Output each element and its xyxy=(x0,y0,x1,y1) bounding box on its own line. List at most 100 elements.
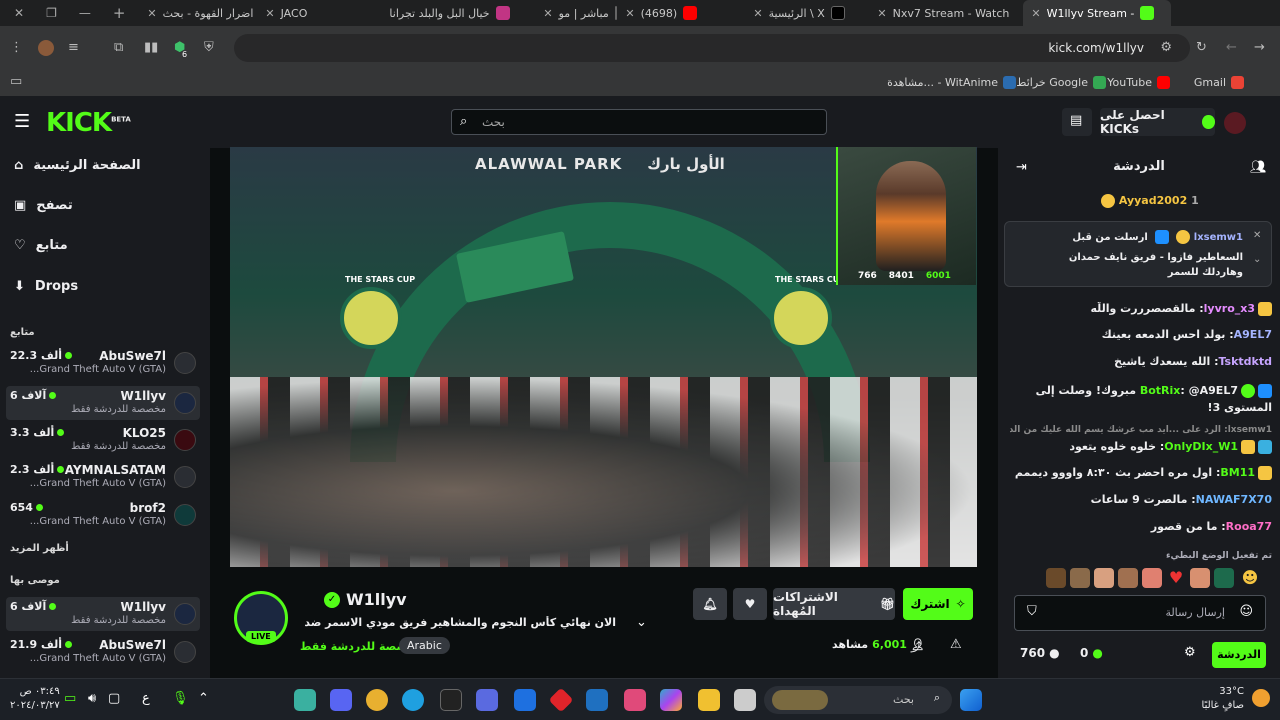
tab-x[interactable]: ✕ الرئيسية \ X xyxy=(745,0,869,26)
app-icon[interactable] xyxy=(734,689,756,711)
search-input[interactable]: ⌕ بحث xyxy=(451,109,827,135)
volume-icon[interactable]: 🔊︎ xyxy=(88,691,96,706)
restore-window-icon[interactable]: ❐ xyxy=(46,6,57,20)
close-tab-icon[interactable]: ✕ xyxy=(625,7,634,20)
battery-icon[interactable]: ▭ xyxy=(64,691,76,706)
emote-icon[interactable] xyxy=(1070,568,1090,588)
unpin-icon[interactable]: ✕ xyxy=(1253,230,1261,241)
sidebar-channel-aymnalsatam[interactable]: 2.3 ألف AYMNALSATAM ...Grand Theft Auto … xyxy=(6,460,200,494)
users-icon[interactable]: 👥︎ xyxy=(1250,160,1267,175)
network-icon[interactable]: ▢ xyxy=(108,691,120,706)
kicks-balance[interactable]: 0 ● xyxy=(1080,646,1103,660)
emote-icon[interactable] xyxy=(1214,568,1234,588)
gift-card-button[interactable]: ▤ xyxy=(1062,108,1092,136)
notification-button[interactable]: 🔔︎ xyxy=(693,588,727,620)
chevron-up-icon[interactable]: ⌃ xyxy=(198,691,209,706)
tab-tiktok[interactable]: ✕ مباشر | مو xyxy=(535,0,617,26)
emote-icon[interactable] xyxy=(1118,568,1138,588)
top-gifter[interactable]: Ayyad2002 1 xyxy=(1098,194,1218,208)
tab-jaco[interactable]: ✕ JACO xyxy=(257,0,375,26)
sidebar-channel-brof2[interactable]: 654 brof2 ...Grand Theft Auto V (GTA) xyxy=(6,498,200,532)
sunglasses-emote-icon[interactable]: ☻ xyxy=(1238,568,1262,588)
emote-icon[interactable] xyxy=(1094,568,1114,588)
reload-icon[interactable]: ↻ xyxy=(1196,40,1207,55)
sidebar-channel-abuswe7l[interactable]: 22.3 ألف AbuSwe7l ...Grand Theft Auto V … xyxy=(6,346,200,380)
bookmark-witanime[interactable]: مشاهدة... - WitAnime xyxy=(887,76,1016,89)
close-tab-icon[interactable]: ✕ xyxy=(753,7,762,20)
emote-icon[interactable] xyxy=(1046,568,1066,588)
new-tab-icon[interactable]: + xyxy=(113,4,126,22)
share-icon[interactable]: ⤴ xyxy=(910,638,922,655)
bookmark-youtube[interactable]: YouTube xyxy=(1107,76,1170,89)
close-tab-icon[interactable]: ✕ xyxy=(543,7,552,20)
chevron-down-icon[interactable]: ⌄ xyxy=(636,615,647,630)
menu-dots-icon[interactable]: ⋮ xyxy=(10,40,23,55)
windows-start-icon[interactable] xyxy=(960,689,982,711)
chevron-down-icon[interactable]: ⌄ xyxy=(1253,254,1261,265)
close-tab-icon[interactable]: ✕ xyxy=(1031,7,1040,20)
weather-widget[interactable]: 33°C صافٍ غالبًا xyxy=(1202,685,1244,713)
clock[interactable]: ٠٣:٤٩ ص ٢٠٢٤/٠٣/٢٧ xyxy=(10,685,60,713)
all-bookmarks-icon[interactable]: ▭ xyxy=(10,74,22,89)
report-icon[interactable]: ⚠ xyxy=(950,637,962,652)
site-settings-icon[interactable]: ⚙ xyxy=(1160,40,1172,55)
mic-icon[interactable]: 🎙︎ xyxy=(172,691,189,706)
tab-instagram[interactable]: خيال البل والبلد تجرانا xyxy=(375,0,535,26)
taskbar-search[interactable]: بحث ⌕ xyxy=(764,686,952,714)
app-icon[interactable] xyxy=(548,687,574,713)
nav-following[interactable]: ♡ متابع xyxy=(14,238,68,253)
discord-icon[interactable] xyxy=(330,689,352,711)
extension-icon[interactable]: ▮▮ xyxy=(144,40,158,55)
shield-icon[interactable]: ⛨ xyxy=(204,40,214,55)
tab-youtube[interactable]: ✕ (4698) xyxy=(617,0,745,26)
follow-button[interactable]: ♥ xyxy=(733,588,767,620)
reading-list-icon[interactable]: ≡ xyxy=(68,40,79,55)
tab-coffee[interactable]: ✕ اضرار القهوة - بحث xyxy=(139,0,257,26)
edge-icon[interactable] xyxy=(402,689,424,711)
hamburger-menu-icon[interactable]: ☰ xyxy=(14,111,30,132)
nav-home[interactable]: ⌂ الصفحة الرئيسية xyxy=(14,158,141,173)
sidebar-recommended-w1llyv[interactable]: 6 آلاف W1llyv مخصصة للدردشة فقط xyxy=(6,597,200,631)
nav-drops[interactable]: ⬇ Drops xyxy=(14,279,78,294)
channel-points[interactable]: 760 ● xyxy=(1020,646,1060,660)
subscribe-button[interactable]: اشترك ✧ xyxy=(903,588,973,620)
close-window-icon[interactable]: ✕ xyxy=(14,6,24,20)
close-tab-icon[interactable]: ✕ xyxy=(147,7,156,20)
bookmark-maps[interactable]: خرائط Google xyxy=(1016,76,1106,89)
gift-subs-button[interactable]: الاشتراكات المُهداة 🎁︎ xyxy=(773,588,895,620)
minimize-window-icon[interactable]: — xyxy=(79,6,91,20)
dropbox-icon[interactable] xyxy=(514,689,536,711)
input-language[interactable]: ع xyxy=(142,691,150,706)
app-icon[interactable] xyxy=(624,689,646,711)
show-more-link[interactable]: أظهر المزيد xyxy=(10,543,69,554)
shield-icon[interactable]: ⛉ xyxy=(1027,604,1037,619)
taskbar-app-icon[interactable] xyxy=(294,689,316,711)
emote-icon[interactable] xyxy=(1190,568,1210,588)
extensions-icon[interactable]: ⧉ xyxy=(114,40,123,55)
chat-message-input[interactable]: إرسال رسالة ☺ ⛉ xyxy=(1014,595,1266,631)
user-avatar[interactable] xyxy=(1224,112,1246,134)
file-explorer-icon[interactable] xyxy=(698,689,720,711)
back-icon[interactable]: → xyxy=(1254,40,1265,55)
heart-emote-icon[interactable]: ♥ xyxy=(1166,568,1186,588)
emoji-icon[interactable]: ☺ xyxy=(1239,604,1253,619)
tab-nxv7[interactable]: ✕ Nxv7 Stream - Watch xyxy=(869,0,1023,26)
forward-icon[interactable]: ← xyxy=(1226,40,1237,55)
chat-settings-icon[interactable]: ⚙ xyxy=(1184,645,1196,660)
send-chat-button[interactable]: الدردشة xyxy=(1212,642,1266,668)
address-bar[interactable]: kick.com/w1llyv ⚙ xyxy=(234,34,1190,62)
epic-games-icon[interactable] xyxy=(440,689,462,711)
teams-icon[interactable] xyxy=(476,689,498,711)
close-tab-icon[interactable]: ✕ xyxy=(877,7,886,20)
chrome-icon[interactable] xyxy=(366,689,388,711)
close-tab-icon[interactable]: ✕ xyxy=(265,7,274,20)
nav-browse[interactable]: ▣ تصفح xyxy=(14,198,73,213)
get-kicks-button[interactable]: احصل على KICKs xyxy=(1100,108,1215,136)
outlook-icon[interactable] xyxy=(586,689,608,711)
tab-w1llyv[interactable]: ✕ W1llyv Stream - xyxy=(1023,0,1172,26)
profile-avatar[interactable] xyxy=(38,40,54,56)
copilot-icon[interactable] xyxy=(660,689,682,711)
kick-logo[interactable]: KICKBETA xyxy=(46,108,131,138)
streamer-name[interactable]: W1llyv xyxy=(346,590,407,609)
language-tag[interactable]: Arabic xyxy=(399,637,450,654)
